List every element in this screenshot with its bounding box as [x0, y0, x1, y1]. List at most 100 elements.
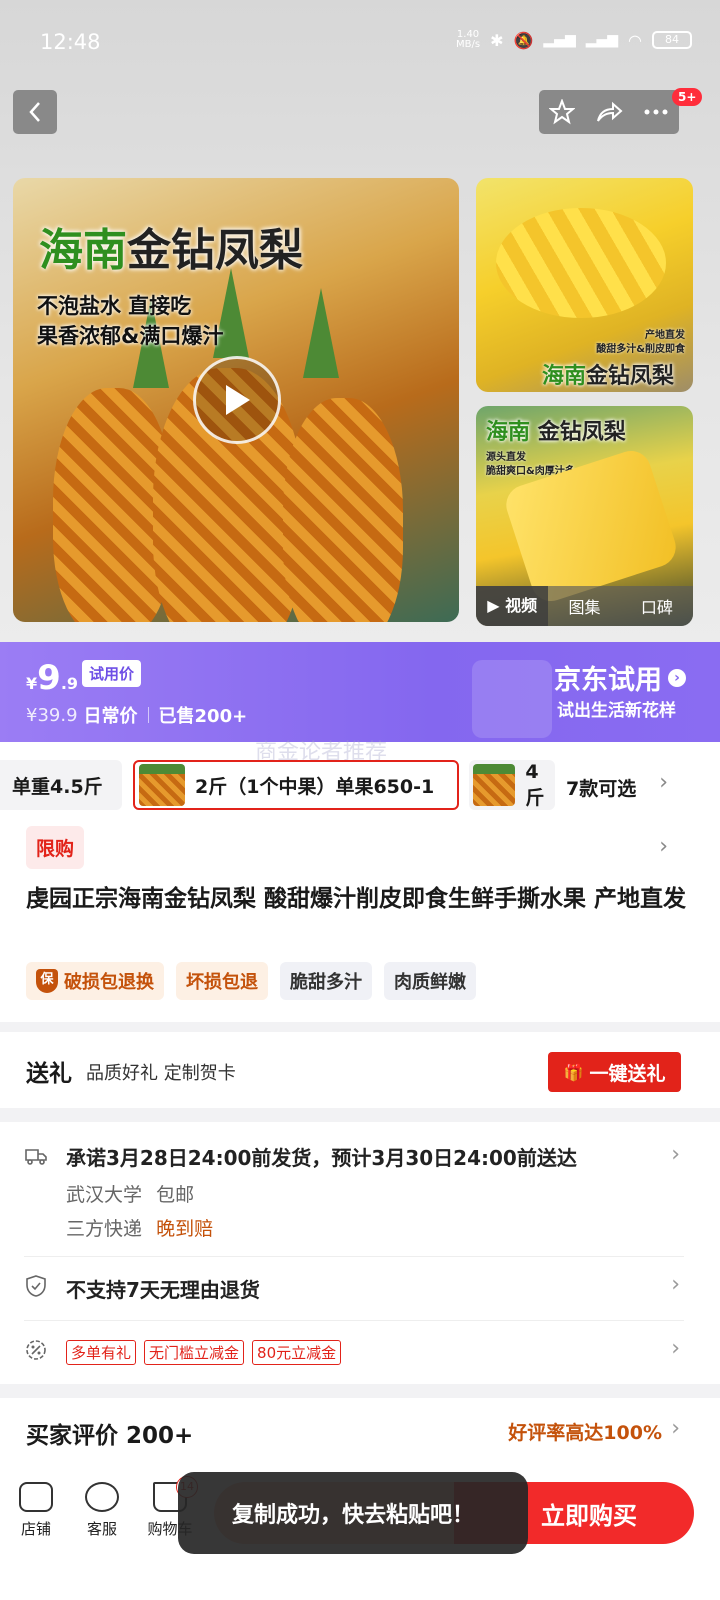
pineapple-chunks-image [496, 208, 666, 318]
tab-gallery[interactable]: 图集 [548, 594, 620, 618]
chevron-right-icon[interactable]: › [659, 770, 668, 795]
delivery-promise[interactable]: 承诺3月28日24:00前发货，预计3月30日24:00前送达 [66, 1142, 577, 1171]
variant-thumbnail [473, 764, 516, 806]
feature-tag: 脆甜多汁 [280, 962, 372, 1000]
share-icon[interactable] [595, 100, 623, 124]
status-bar: 12:48 1.40 MB/s ✱ 🔕 ▂▄▆ ▂▄▆ ◠ 84 [0, 0, 720, 88]
gift-title: 送礼 [26, 1061, 72, 1087]
side1-title-dark: 金钻凤梨 [586, 364, 675, 389]
feature-tag: 肉质鲜嫩 [384, 962, 476, 1000]
chevron-right-icon[interactable]: › [659, 834, 668, 859]
promo-tag: 多单有礼 [66, 1340, 137, 1365]
variant-thumbnail [139, 764, 185, 806]
side1-title: 海南金钻凤梨 [542, 358, 674, 390]
media-subtitle-1: 不泡盐水 直接吃 [37, 294, 192, 318]
chevron-left-icon [29, 102, 40, 122]
side2-small-1: 源头直发 [486, 452, 526, 463]
wifi-icon: ◠ [628, 30, 642, 50]
shopping-bag-icon [472, 660, 552, 738]
side2-title: 海南 金钻凤梨 [486, 414, 626, 446]
main-product-video[interactable]: 海南金钻凤梨 不泡盐水 直接吃 果香浓郁&满口爆汁 [13, 178, 459, 622]
media-title-green: 海南 [39, 225, 127, 276]
gallery-thumb-1[interactable]: 产地直发 酸甜多汁&削皮即食 海南金钻凤梨 [476, 178, 693, 392]
network-speed: 1.40 MB/s [456, 29, 481, 50]
store-label: 店铺 [20, 1520, 51, 1538]
variant-selector: 单重4.5斤 2斤（1个中果）单果650-1 4斤 7款可选 › [0, 760, 720, 810]
status-time: 12:48 [40, 30, 101, 54]
play-icon [226, 385, 250, 415]
header-actions [539, 90, 679, 134]
variant-option-left[interactable]: 单重4.5斤 [0, 760, 122, 810]
sold-count: 已售200+ [158, 706, 248, 727]
gift-section: 送礼 品质好礼 定制贺卡 🎁 一键送礼 [0, 1032, 720, 1108]
pineapple-image [283, 398, 403, 622]
star-icon[interactable] [549, 99, 575, 125]
shield-icon: 保 [36, 969, 58, 993]
store-icon [19, 1482, 53, 1512]
customer-service-label: 客服 [86, 1520, 117, 1538]
chevron-right-icon[interactable]: › [671, 1416, 680, 1441]
tab-reviews[interactable]: 口碑 [621, 594, 693, 618]
courier-name: 三方快递 [66, 1218, 143, 1240]
currency-symbol: ¥ [26, 674, 38, 693]
trial-price-tag: 试用价 [82, 660, 142, 687]
gallery-tabs: ▶ 视频 图集 口碑 [476, 586, 693, 626]
trial-price: ¥9.9 [26, 658, 78, 698]
gift-subtitle: 品质好礼 定制贺卡 [86, 1063, 236, 1084]
side1-small-1: 产地直发 [645, 330, 685, 341]
chat-icon [85, 1482, 119, 1512]
promo-tag: 80元立减金 [252, 1340, 342, 1365]
signal-icon-2: ▂▄▆ [585, 32, 619, 48]
late-compensation: 晚到赔 [156, 1218, 214, 1240]
feature-tag[interactable]: 坏损包退 [176, 962, 268, 1000]
notification-badge: 5+ [672, 88, 703, 106]
variant-option-selected[interactable]: 2斤（1个中果）单果650-1 [133, 760, 459, 810]
media-title-dark: 金钻凤梨 [127, 225, 303, 276]
truck-icon [25, 1149, 47, 1165]
positive-rate: 好评率高达100% [508, 1422, 662, 1444]
jd-trial-link[interactable]: 京东试用 › [554, 658, 686, 697]
product-info-card: 商金论者推荐 单重4.5斤 2斤（1个中果）单果650-1 4斤 7款可选 › … [0, 740, 720, 1022]
play-button[interactable] [193, 356, 281, 444]
return-policy[interactable]: 不支持7天无理由退货 [66, 1274, 260, 1303]
chevron-right-icon: › [668, 668, 686, 687]
reviews-section[interactable]: 买家评价 200+ 好评率高达100% › [0, 1398, 720, 1468]
divider [24, 1320, 684, 1321]
gallery-thumb-2[interactable]: 海南 金钻凤梨 源头直发 脆甜爽口&肉厚汁多 ▶ 视频 图集 口碑 [476, 406, 693, 626]
side2-title-dark: 金钻凤梨 [537, 420, 626, 445]
back-button[interactable] [13, 90, 57, 134]
battery-icon: 84 [652, 31, 692, 49]
gift-button-label: 一键送礼 [589, 1062, 666, 1085]
jd-trial-label: 京东试用 [554, 665, 662, 696]
chevron-right-icon[interactable]: › [671, 1142, 680, 1167]
divider [147, 707, 149, 723]
more-icon[interactable] [643, 108, 669, 116]
shipping-fee: 包邮 [156, 1184, 195, 1206]
price-decimal: .9 [60, 674, 79, 693]
store-button[interactable]: 店铺 [6, 1482, 66, 1539]
variant-label: 单重4.5斤 [12, 775, 103, 798]
variant-option-right[interactable]: 4斤 [469, 760, 555, 810]
original-price: ¥39.9 [26, 704, 78, 726]
courier-info: 三方快递 晚到赔 [66, 1214, 213, 1241]
variant-label: 4斤 [525, 760, 545, 809]
discount-icon [26, 1340, 46, 1360]
chevron-right-icon[interactable]: › [671, 1336, 680, 1361]
tab-video[interactable]: ▶ 视频 [476, 586, 549, 626]
side2-title-green: 海南 [486, 420, 531, 445]
more-variants-link[interactable]: 7款可选 [566, 774, 636, 801]
delivery-location[interactable]: 武汉大学 包邮 [66, 1180, 194, 1207]
jd-trial-slogan: 试出生活新花样 [557, 701, 676, 721]
promo-tags[interactable]: 多单有礼 无门槛立减金 80元立减金 [66, 1340, 342, 1365]
product-title: 虔园正宗海南金钻凤梨 酸甜爆汁削皮即食生鲜手撕水果 产地直发 [26, 886, 687, 912]
promo-tag: 无门槛立减金 [144, 1340, 245, 1365]
price-details: ¥39.9 日常价 已售200+ [26, 702, 247, 728]
chevron-right-icon[interactable]: › [671, 1272, 680, 1297]
price-integer: 9 [37, 658, 61, 698]
delivery-address: 武汉大学 [66, 1184, 143, 1206]
feature-tag[interactable]: 保 破损包退换 [26, 962, 164, 1000]
gift-icon: 🎁 [563, 1062, 584, 1082]
customer-service-button[interactable]: 客服 [72, 1482, 132, 1539]
feature-tag-label: 破损包退换 [64, 972, 154, 993]
one-click-gift-button[interactable]: 🎁 一键送礼 [548, 1052, 681, 1092]
